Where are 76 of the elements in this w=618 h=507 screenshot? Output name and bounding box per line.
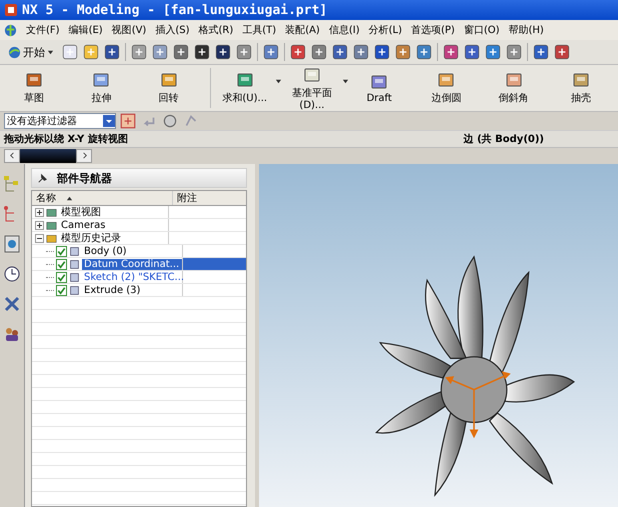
start-button[interactable]: 开始	[4, 44, 58, 60]
tree-row[interactable]: Cameras	[32, 219, 246, 232]
tree-row[interactable]: Datum Coordinat...	[32, 258, 246, 271]
feature-icon	[370, 72, 388, 90]
scroll-right-button[interactable]	[76, 149, 92, 163]
status-prompt: 拖动光标以绕 X-Y 旋转视图	[4, 132, 128, 146]
menu-item[interactable]: 格式(R)	[198, 23, 234, 37]
menu-item[interactable]: 首选项(P)	[410, 23, 455, 37]
feature-button[interactable]: Draft	[349, 70, 410, 106]
checkbox[interactable]	[56, 284, 67, 296]
menu-item[interactable]: 信息(I)	[328, 23, 360, 37]
tree-item[interactable]: Body (0)	[82, 246, 129, 256]
feature-icon	[160, 71, 178, 89]
tree-item[interactable]: Cameras	[59, 220, 108, 230]
tree-item[interactable]: Sketch (2) "SKETC...	[82, 272, 186, 282]
chevron-right-icon	[80, 152, 88, 159]
node-icon	[46, 206, 57, 218]
tree-row[interactable]: Sketch (2) "SKETC...	[32, 271, 246, 284]
feature-icon	[504, 71, 523, 89]
selection-highlight	[183, 258, 246, 270]
feature-button[interactable]: 倒斜角	[484, 69, 544, 107]
expander-icon[interactable]	[35, 220, 44, 230]
tree-row[interactable]: 模型历史记录	[32, 232, 246, 245]
tree-item[interactable]: Datum Coordinat...	[82, 258, 182, 270]
menu-item[interactable]: 编辑(E)	[68, 23, 103, 37]
dropdown-arrow-icon[interactable]	[342, 78, 350, 84]
menu-item[interactable]: 工具(T)	[242, 23, 276, 37]
feature-icon	[302, 66, 321, 84]
node-icon	[46, 220, 57, 230]
feature-button[interactable]: 求和(U)...	[214, 69, 275, 107]
feature-icon	[92, 71, 110, 89]
scroll-left-button[interactable]	[4, 149, 20, 163]
feature-button[interactable]: 抽壳	[550, 69, 611, 107]
panel-title: 部件导航器	[57, 170, 112, 186]
feature-icon	[69, 258, 80, 270]
expander-icon[interactable]	[35, 234, 44, 242]
menu-item[interactable]: 视图(V)	[112, 23, 146, 37]
feature-icon	[25, 71, 44, 89]
pin-icon[interactable]	[36, 172, 49, 184]
expander-icon[interactable]	[35, 208, 44, 216]
selection-filter-dropdown[interactable]: 没有选择过滤器	[4, 113, 116, 129]
feature-button[interactable]: 回转	[138, 69, 199, 107]
selection-info: 边 (共 Body(0))	[464, 132, 544, 146]
chevron-left-icon	[8, 152, 16, 159]
tree-item[interactable]: Extrude (3)	[82, 284, 142, 296]
sort-arrow-icon	[66, 194, 73, 202]
menu-item[interactable]: 窗口(O)	[464, 23, 500, 37]
feature-icon	[437, 71, 456, 89]
feature-icon	[572, 71, 590, 89]
feature-icon	[69, 246, 80, 256]
feature-icon	[236, 71, 254, 89]
feature-button[interactable]: 草图	[4, 69, 64, 107]
menu-item[interactable]: 装配(A)	[285, 23, 320, 37]
column-header[interactable]: 附注	[173, 191, 246, 205]
app-icon	[4, 3, 18, 17]
feature-icon	[69, 284, 80, 296]
checkbox[interactable]	[56, 272, 67, 282]
column-header[interactable]: 名称	[32, 191, 173, 205]
tab-scrollbar[interactable]	[20, 149, 76, 163]
tree-item[interactable]: 模型视图	[59, 205, 103, 219]
checkbox[interactable]	[56, 258, 67, 270]
menu-item[interactable]: 文件(F)	[26, 23, 60, 37]
feature-button[interactable]: 拉伸	[71, 69, 132, 107]
menu-item[interactable]: 插入(S)	[155, 23, 190, 37]
window-title: NX 5 - Modeling - [fan-lunguxiugai.prt]	[22, 2, 328, 18]
menu-item[interactable]: 帮助(H)	[508, 23, 544, 37]
dropdown-arrow-icon[interactable]	[274, 78, 282, 84]
feature-button[interactable]: 边倒圆	[416, 69, 476, 107]
tree-item[interactable]: 模型历史记录	[59, 231, 123, 245]
dropdown-arrow-icon	[47, 48, 54, 56]
checkbox[interactable]	[56, 246, 67, 256]
menu-item[interactable]: 分析(L)	[368, 23, 402, 37]
feature-icon	[69, 272, 80, 282]
clock-icon[interactable]	[2, 264, 22, 284]
tree-row[interactable]: 模型视图	[32, 206, 246, 219]
feature-button[interactable]: 基准平面(D)...	[282, 64, 342, 112]
